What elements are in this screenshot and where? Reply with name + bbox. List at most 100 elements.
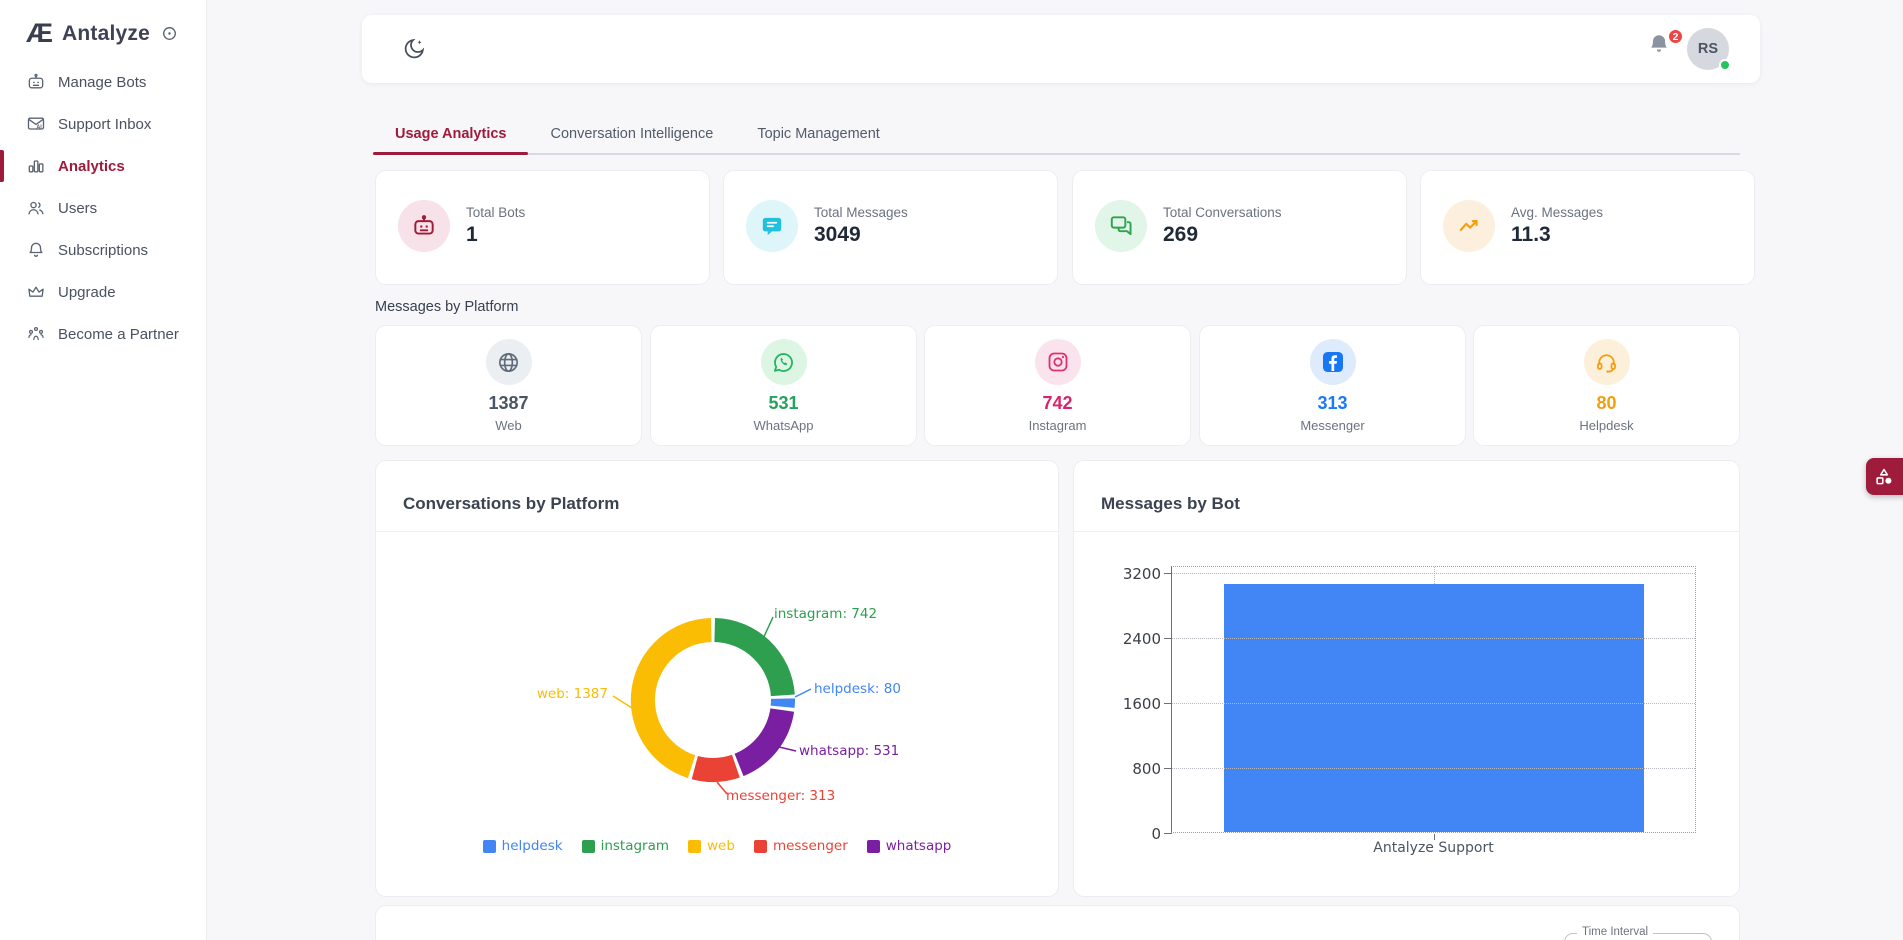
legend-label: messenger: [773, 838, 848, 854]
stat-value: 3049: [814, 223, 908, 247]
sidebar-collapse-icon[interactable]: [161, 25, 178, 42]
platform-value: 1387: [376, 393, 641, 414]
y-tick-mark: [1164, 833, 1172, 834]
sidebar-item-support-inbox[interactable]: AI Support Inbox: [0, 103, 206, 145]
legend-item-helpdesk[interactable]: helpdesk: [483, 838, 563, 854]
legend-label: web: [707, 838, 735, 854]
users-icon: [26, 198, 46, 218]
sidebar-item-analytics[interactable]: Analytics: [0, 145, 206, 187]
bar-chart-icon: [26, 156, 46, 176]
bell-icon: [26, 240, 46, 260]
divider: [376, 531, 1058, 532]
platform-value: 80: [1474, 393, 1739, 414]
legend-item-web[interactable]: web: [688, 838, 735, 854]
robot-icon: [26, 72, 46, 92]
time-interval-select[interactable]: Time Interval: [1564, 933, 1712, 940]
stat-card-total-bots: Total Bots 1: [375, 170, 710, 285]
gridline: [1172, 573, 1695, 574]
tab-topic-management[interactable]: Topic Management: [735, 118, 902, 153]
legend-swatch: [688, 840, 701, 853]
tab-usage-analytics[interactable]: Usage Analytics: [373, 118, 528, 153]
bottom-panel-card: Time Interval: [375, 905, 1740, 940]
analytics-tabs: Usage Analytics Conversation Intelligenc…: [373, 118, 1740, 155]
legend-swatch: [483, 840, 496, 853]
sidebar-item-subscriptions[interactable]: Subscriptions: [0, 229, 206, 271]
inbox-ai-icon: AI: [26, 114, 46, 134]
logo-glyph: Æ: [26, 20, 53, 47]
stat-card-total-conversations: Total Conversations 269: [1072, 170, 1407, 285]
instagram-icon: [1035, 339, 1081, 385]
notification-badge: 2: [1667, 28, 1684, 45]
donut-label-whatsapp: whatsapp: 531: [799, 743, 899, 759]
shapes-icon: [1873, 466, 1895, 488]
tab-conversation-intelligence[interactable]: Conversation Intelligence: [528, 118, 735, 153]
legend-item-whatsapp[interactable]: whatsapp: [867, 838, 952, 854]
donut-segment-web[interactable]: [631, 618, 712, 778]
sidebar-item-label: Support Inbox: [58, 116, 151, 133]
donut-label-web: web: 1387: [537, 686, 608, 702]
sidebar: Æ Antalyze Manage Bots AI Support Inbox …: [0, 0, 207, 940]
sidebar-item-label: Subscriptions: [58, 242, 148, 259]
stat-value: 1: [466, 223, 525, 247]
stat-value: 11.3: [1511, 223, 1603, 247]
sidebar-item-users[interactable]: Users: [0, 187, 206, 229]
legend-label: helpdesk: [502, 838, 563, 854]
sidebar-item-become-a-partner[interactable]: Become a Partner: [0, 313, 206, 355]
chart-title: Conversations by Platform: [403, 494, 619, 514]
donut-label-helpdesk: helpdesk: 80: [814, 681, 901, 697]
sidebar-item-label: Manage Bots: [58, 74, 146, 91]
y-tick-mark: [1164, 638, 1172, 639]
legend-item-instagram[interactable]: instagram: [582, 838, 669, 854]
avatar-initials: RS: [1698, 41, 1718, 57]
platform-card-messenger: 313 Messenger: [1199, 325, 1466, 446]
robot-icon: [398, 200, 450, 252]
platform-card-helpdesk: 80 Helpdesk: [1473, 325, 1740, 446]
stat-label: Total Conversations: [1163, 205, 1282, 220]
conversations-icon: [1095, 200, 1147, 252]
gridline: [1172, 638, 1695, 639]
platform-label: Helpdesk: [1474, 418, 1739, 433]
conversations-by-platform-card: Conversations by Platform instagram: 742…: [375, 460, 1059, 897]
chart-title: Messages by Bot: [1101, 494, 1240, 514]
notifications-button[interactable]: 2: [1646, 32, 1680, 66]
legend-item-messenger[interactable]: messenger: [754, 838, 848, 854]
topbar: 2 RS: [362, 15, 1760, 83]
sidebar-item-upgrade[interactable]: Upgrade: [0, 271, 206, 313]
sidebar-item-label: Users: [58, 200, 97, 217]
y-tick-label: 2400: [1123, 630, 1161, 648]
y-tick-label: 1600: [1123, 695, 1161, 713]
donut-label-instagram: instagram: 742: [774, 606, 877, 622]
messages-by-bot-card: Messages by Bot 0800160024003200 Antalyz…: [1073, 460, 1740, 897]
gridline: [1172, 703, 1695, 704]
donut-segment-messenger[interactable]: [692, 755, 740, 782]
donut-segment-instagram[interactable]: [714, 618, 794, 696]
dark-mode-toggle[interactable]: [402, 36, 427, 61]
donut-segment-helpdesk[interactable]: [771, 698, 795, 708]
widgets-floating-button[interactable]: [1866, 458, 1903, 495]
legend-swatch: [754, 840, 767, 853]
platform-value: 742: [925, 393, 1190, 414]
headset-icon: [1584, 339, 1630, 385]
donut-segment-whatsapp[interactable]: [735, 708, 795, 776]
avatar[interactable]: RS: [1687, 28, 1729, 70]
chat-message-icon: [746, 200, 798, 252]
legend-swatch: [867, 840, 880, 853]
y-tick-label: 0: [1151, 825, 1161, 843]
whatsapp-icon: [761, 339, 807, 385]
bar-x-label: Antalyze Support: [1171, 840, 1696, 856]
platform-value: 531: [651, 393, 916, 414]
gridline: [1172, 768, 1695, 769]
donut-legend: helpdesk instagram web messenger whatsapp: [376, 838, 1058, 854]
stat-card-total-messages: Total Messages 3049: [723, 170, 1058, 285]
moon-icon: [402, 36, 427, 61]
time-interval-label: Time Interval: [1577, 926, 1653, 938]
bar-plot: 0800160024003200: [1171, 566, 1696, 833]
platform-label: Web: [376, 418, 641, 433]
y-tick-mark: [1164, 573, 1172, 574]
sidebar-item-label: Upgrade: [58, 284, 116, 301]
platform-label: Instagram: [925, 418, 1190, 433]
y-tick-label: 800: [1132, 760, 1161, 778]
y-tick-label: 3200: [1123, 565, 1161, 583]
stat-card-avg-messages: Avg. Messages 11.3: [1420, 170, 1755, 285]
sidebar-item-manage-bots[interactable]: Manage Bots: [0, 61, 206, 103]
